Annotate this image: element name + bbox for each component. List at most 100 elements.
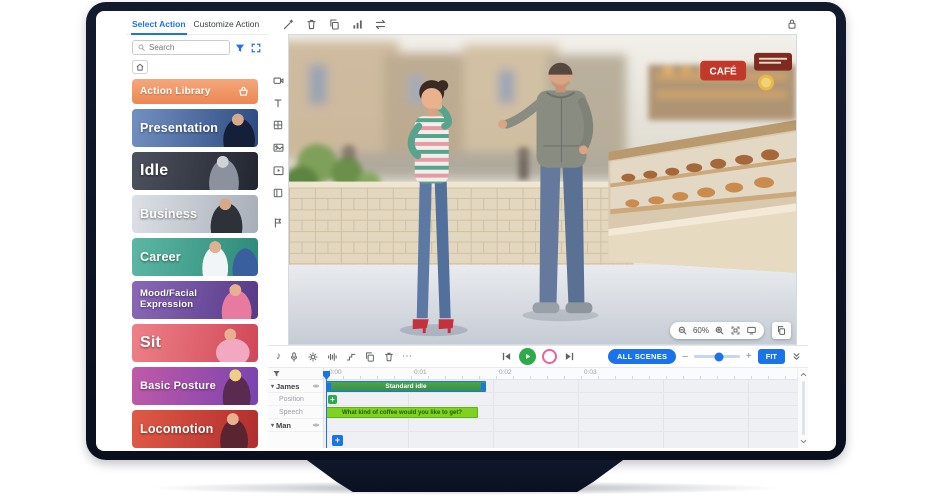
- category-label: Locomotion: [140, 422, 214, 436]
- zoom-in-button[interactable]: [714, 325, 725, 336]
- swap-button[interactable]: [374, 18, 387, 31]
- skip-start-button[interactable]: [500, 350, 513, 363]
- play-box-icon: [272, 164, 285, 177]
- flag-tool[interactable]: [272, 217, 284, 229]
- grid-icon: [272, 119, 284, 131]
- timeline-lanes: 0:00 0:01 0:02 0:03: [324, 368, 797, 448]
- timeline-zoom-slider[interactable]: [694, 355, 740, 358]
- stats-button[interactable]: [351, 18, 364, 31]
- video-tool[interactable]: [272, 164, 285, 177]
- image-tool[interactable]: [272, 141, 285, 154]
- filter-button[interactable]: [234, 42, 246, 54]
- category-locomotion[interactable]: Locomotion: [132, 410, 258, 448]
- zoom-plus[interactable]: +: [746, 352, 752, 362]
- category-business[interactable]: Business: [132, 195, 258, 233]
- visibility-toggle[interactable]: [312, 421, 320, 429]
- record-button[interactable]: [542, 349, 557, 364]
- add-position-keyframe-button[interactable]: +: [328, 395, 337, 404]
- category-label: Action Library: [140, 86, 211, 97]
- category-basic-posture[interactable]: Basic Posture: [132, 367, 258, 405]
- home-button[interactable]: [132, 60, 148, 74]
- clip-speech[interactable]: What kind of coffee would you like to ge…: [326, 407, 478, 418]
- caret-down-icon[interactable]: ▾: [271, 422, 274, 429]
- fit-button[interactable]: FIT: [758, 349, 785, 364]
- zoom-minus[interactable]: –: [682, 352, 688, 362]
- waveform-button[interactable]: [326, 351, 338, 363]
- text-tool[interactable]: [272, 97, 284, 109]
- cafe-sign: CAFÉ: [710, 67, 738, 78]
- category-label: Presentation: [140, 121, 218, 135]
- layout-icon: [272, 187, 284, 199]
- track-speech[interactable]: Speech: [268, 406, 323, 419]
- duplicate-button[interactable]: [328, 18, 341, 31]
- category-presentation[interactable]: Presentation: [132, 109, 258, 147]
- category-career[interactable]: Career: [132, 238, 258, 276]
- mic-button[interactable]: [288, 351, 300, 363]
- fit-screen-button[interactable]: [730, 325, 741, 336]
- delete-clip-button[interactable]: [383, 351, 395, 363]
- tab-customize-action[interactable]: Customize Action: [193, 19, 261, 34]
- tab-select-action[interactable]: Select Action: [131, 19, 187, 35]
- camera-icon: [272, 74, 285, 87]
- all-scenes-button[interactable]: ALL SCENES: [608, 349, 676, 364]
- monitor-icon: [746, 325, 757, 336]
- search-input[interactable]: [149, 43, 225, 52]
- camera-tool[interactable]: [272, 74, 285, 87]
- lock-button[interactable]: [786, 18, 798, 30]
- home-icon: [135, 62, 145, 72]
- transport-controls: [500, 346, 576, 367]
- scene-canvas[interactable]: CAFÉ: [288, 34, 797, 345]
- copy-clip-button[interactable]: [364, 351, 376, 363]
- layout-tool[interactable]: [272, 187, 284, 199]
- home-row: [126, 58, 268, 77]
- lane-james: Standard idle: [324, 380, 797, 393]
- playhead-line[interactable]: [326, 380, 327, 448]
- track-add-row: [268, 432, 323, 448]
- category-mood-facial-expression[interactable]: Mood/Facial Expression: [132, 281, 258, 319]
- slider-thumb[interactable]: [715, 352, 724, 361]
- text-icon: [272, 97, 284, 109]
- chevron-up-icon[interactable]: [799, 370, 808, 379]
- timeline-scrollbar[interactable]: [797, 368, 808, 448]
- category-sit[interactable]: Sit: [132, 324, 258, 362]
- right-rail: [797, 34, 808, 345]
- wand-button[interactable]: [282, 18, 295, 31]
- track-man[interactable]: ▾ Man: [268, 419, 323, 432]
- clip-standard-idle[interactable]: Standard idle: [326, 381, 486, 392]
- visibility-toggle[interactable]: [312, 382, 320, 390]
- delete-button[interactable]: [305, 18, 318, 31]
- skip-end-button[interactable]: [563, 350, 576, 363]
- image-icon: [272, 141, 285, 154]
- grid-tool[interactable]: [272, 119, 284, 131]
- preview-button[interactable]: [746, 325, 757, 336]
- category-idle[interactable]: Idle: [132, 152, 258, 190]
- main-area: CAFÉ: [268, 14, 808, 448]
- track-james[interactable]: ▾ James: [268, 380, 323, 393]
- more-icon[interactable]: ⋯: [402, 352, 412, 362]
- expand-button[interactable]: [250, 42, 262, 54]
- app-window: Select Action Customize Action: [126, 14, 808, 448]
- chart-icon: [351, 18, 364, 31]
- zoom-out-button[interactable]: [677, 325, 688, 336]
- add-action-button[interactable]: +: [332, 435, 343, 446]
- caret-down-icon[interactable]: ▾: [271, 383, 274, 390]
- play-button[interactable]: [519, 348, 536, 365]
- duplicate-scene-button[interactable]: [772, 322, 791, 339]
- search-box[interactable]: [132, 40, 230, 55]
- page: Select Action Customize Action: [0, 0, 929, 497]
- effects-button[interactable]: [307, 351, 319, 363]
- zoom-out-icon: [677, 325, 688, 336]
- time-label: 0:02: [499, 369, 512, 376]
- track-filter[interactable]: [268, 368, 323, 380]
- scrollbar-track[interactable]: [802, 381, 805, 435]
- steps-button[interactable]: [345, 351, 357, 363]
- track-name: Man: [276, 421, 291, 430]
- music-icon[interactable]: ♪: [276, 352, 281, 362]
- track-position[interactable]: Position: [268, 393, 323, 406]
- time-ruler[interactable]: 0:00 0:01 0:02 0:03: [324, 368, 797, 380]
- collapse-timeline-button[interactable]: [791, 351, 802, 362]
- track-lanes: Standard idle + What kind of coffee woul…: [324, 380, 797, 448]
- category-action-library[interactable]: Action Library: [132, 79, 258, 104]
- laptop-bezel: Select Action Customize Action: [86, 2, 846, 460]
- chevron-down-icon[interactable]: [799, 437, 808, 446]
